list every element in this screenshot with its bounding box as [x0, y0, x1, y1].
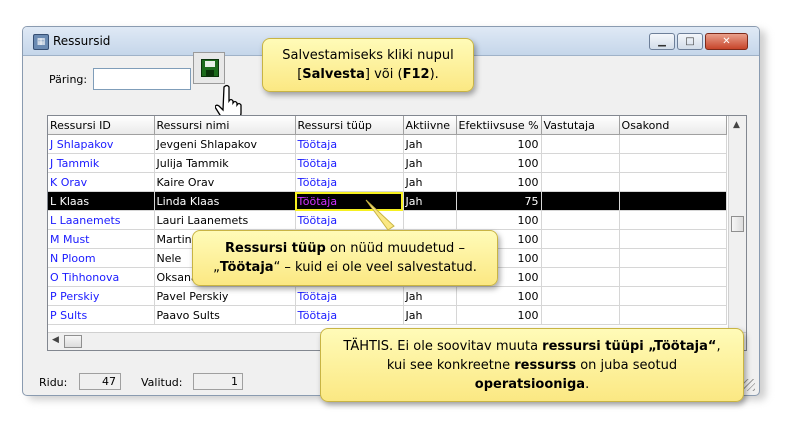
scroll-up-icon[interactable]: ▲	[733, 120, 740, 130]
pointer-arrow-icon	[365, 199, 395, 231]
column-header-id[interactable]: Ressursi ID	[48, 116, 155, 135]
cell-type[interactable]: Töötaja	[295, 172, 404, 192]
cell-active[interactable]	[403, 210, 457, 230]
horizontal-scroll-thumb[interactable]	[64, 335, 82, 348]
cell-department[interactable]	[619, 172, 727, 192]
cell-active[interactable]: Jah	[403, 153, 457, 173]
cell-name[interactable]: Pavel Perskiy	[154, 286, 296, 306]
important-callout-line2: kui see konkreetne ressurss on juba seot…	[386, 358, 678, 373]
minimize-button[interactable]: ▁	[649, 33, 675, 50]
cell-type[interactable]: Töötaja	[295, 286, 404, 306]
table-row[interactable]: P Sults Paavo Sults Töötaja Jah 100	[48, 305, 727, 325]
cell-responsible[interactable]	[541, 305, 620, 325]
cell-active[interactable]: Jah	[403, 191, 457, 211]
scroll-left-icon[interactable]: ◀	[52, 335, 59, 345]
changed-callout-line1: Ressursi tüüp on nüüd muudetud –	[225, 241, 465, 256]
table-row[interactable]: J Shlapakov Jevgeni Shlapakov Töötaja Jah 10…	[48, 134, 727, 154]
app-icon: ▦	[33, 34, 49, 50]
save-callout-line1: Salvestamiseks kliki nupul	[282, 48, 454, 63]
cell-responsible[interactable]	[541, 248, 620, 268]
cell-department[interactable]	[619, 267, 727, 287]
cell-eff[interactable]: 100	[456, 153, 542, 173]
cell-department[interactable]	[619, 153, 727, 173]
cell-eff[interactable]: 100	[456, 172, 542, 192]
cell-eff[interactable]: 100	[456, 210, 542, 230]
table-row[interactable]: P Perskiy Pavel Perskiy Töötaja Jah 100	[48, 286, 727, 306]
important-callout-line3: operatsiooniga.	[474, 377, 590, 392]
cell-active[interactable]: Jah	[403, 286, 457, 306]
cell-id[interactable]: M Must	[48, 229, 155, 249]
cell-active[interactable]: Jah	[403, 172, 457, 192]
resize-grip-icon[interactable]	[743, 379, 755, 391]
cell-department[interactable]	[619, 305, 727, 325]
selected-count-value: 1	[193, 373, 243, 390]
save-callout: Salvestamiseks kliki nupul [Salvesta] võ…	[262, 38, 474, 92]
changed-callout-line2: „Töötaja“ – kuid ei ole veel salvestatud…	[213, 260, 477, 275]
vertical-scrollbar[interactable]: ▲	[728, 116, 746, 350]
changed-callout: Ressursi tüüp on nüüd muudetud – „Töötaj…	[192, 230, 498, 286]
save-callout-line2: [Salvesta] või (F12).	[297, 67, 439, 82]
cell-department[interactable]	[619, 248, 727, 268]
query-input[interactable]	[93, 68, 191, 90]
cell-department[interactable]	[619, 286, 727, 306]
cell-active[interactable]: Jah	[403, 305, 457, 325]
rows-count-label: Ridu:	[39, 376, 68, 389]
cell-name[interactable]: Kaire Orav	[154, 172, 296, 192]
table-row[interactable]: K Orav Kaire Orav Töötaja Jah 100	[48, 172, 727, 192]
column-header-efficiency[interactable]: Efektiivsuse %	[456, 116, 542, 135]
cell-name[interactable]: Lauri Laanemets	[154, 210, 296, 230]
cell-department[interactable]	[619, 134, 727, 154]
cell-responsible[interactable]	[541, 191, 620, 211]
maximize-button[interactable]: □	[677, 33, 703, 50]
save-button[interactable]	[193, 52, 225, 84]
important-callout: TÄHTIS. Ei ole soovitav muuta ressursi t…	[320, 328, 744, 402]
vertical-scroll-thumb[interactable]	[731, 216, 744, 232]
cell-responsible[interactable]	[541, 134, 620, 154]
cell-department[interactable]	[619, 210, 727, 230]
cell-id[interactable]: J Tammik	[48, 153, 155, 173]
cell-id[interactable]: L Klaas	[48, 191, 155, 211]
cell-name[interactable]: Jevgeni Shlapakov	[154, 134, 296, 154]
cell-name[interactable]: Linda Klaas	[154, 191, 296, 211]
cell-name[interactable]: Julija Tammik	[154, 153, 296, 173]
cell-id[interactable]: P Sults	[48, 305, 155, 325]
cell-type[interactable]: Töötaja	[295, 305, 404, 325]
cell-responsible[interactable]	[541, 210, 620, 230]
cell-eff[interactable]: 100	[456, 134, 542, 154]
column-header-name[interactable]: Ressursi nimi	[154, 116, 296, 135]
query-label: Päring:	[49, 73, 88, 86]
cell-id[interactable]: O Tihhonova	[48, 267, 155, 287]
rows-count-value: 47	[79, 373, 121, 390]
cell-type[interactable]: Töötaja	[295, 134, 404, 154]
cell-responsible[interactable]	[541, 267, 620, 287]
cell-active[interactable]: Jah	[403, 134, 457, 154]
column-header-active[interactable]: Aktiivne	[403, 116, 457, 135]
cell-id[interactable]: J Shlapakov	[48, 134, 155, 154]
column-header-responsible[interactable]: Vastutaja	[541, 116, 620, 135]
cell-responsible[interactable]	[541, 286, 620, 306]
cell-id[interactable]: N Ploom	[48, 248, 155, 268]
window-title: Ressursid	[53, 34, 111, 48]
cell-type[interactable]: Töötaja	[295, 153, 404, 173]
cell-department[interactable]	[619, 191, 727, 211]
cell-responsible[interactable]	[541, 172, 620, 192]
cell-name[interactable]: Paavo Sults	[154, 305, 296, 325]
cell-eff[interactable]: 75	[456, 191, 542, 211]
cell-department[interactable]	[619, 229, 727, 249]
table-row[interactable]: J Tammik Julija Tammik Töötaja Jah 100	[48, 153, 727, 173]
cell-responsible[interactable]	[541, 229, 620, 249]
cell-id[interactable]: K Orav	[48, 172, 155, 192]
column-header-type[interactable]: Ressursi tüüp	[295, 116, 404, 135]
cell-id[interactable]: L Laanemets	[48, 210, 155, 230]
cell-eff[interactable]: 100	[456, 286, 542, 306]
close-button[interactable]: ✕	[705, 33, 748, 50]
important-callout-line1: TÄHTIS. Ei ole soovitav muuta ressursi t…	[343, 339, 721, 354]
selected-count-label: Valitud:	[141, 376, 183, 389]
cell-responsible[interactable]	[541, 153, 620, 173]
cell-eff[interactable]: 100	[456, 305, 542, 325]
header-row: Ressursi ID Ressursi nimi Ressursi tüüp …	[48, 116, 727, 135]
floppy-disk-icon	[201, 59, 219, 77]
column-header-department[interactable]: Osakond	[619, 116, 727, 135]
cell-id[interactable]: P Perskiy	[48, 286, 155, 306]
